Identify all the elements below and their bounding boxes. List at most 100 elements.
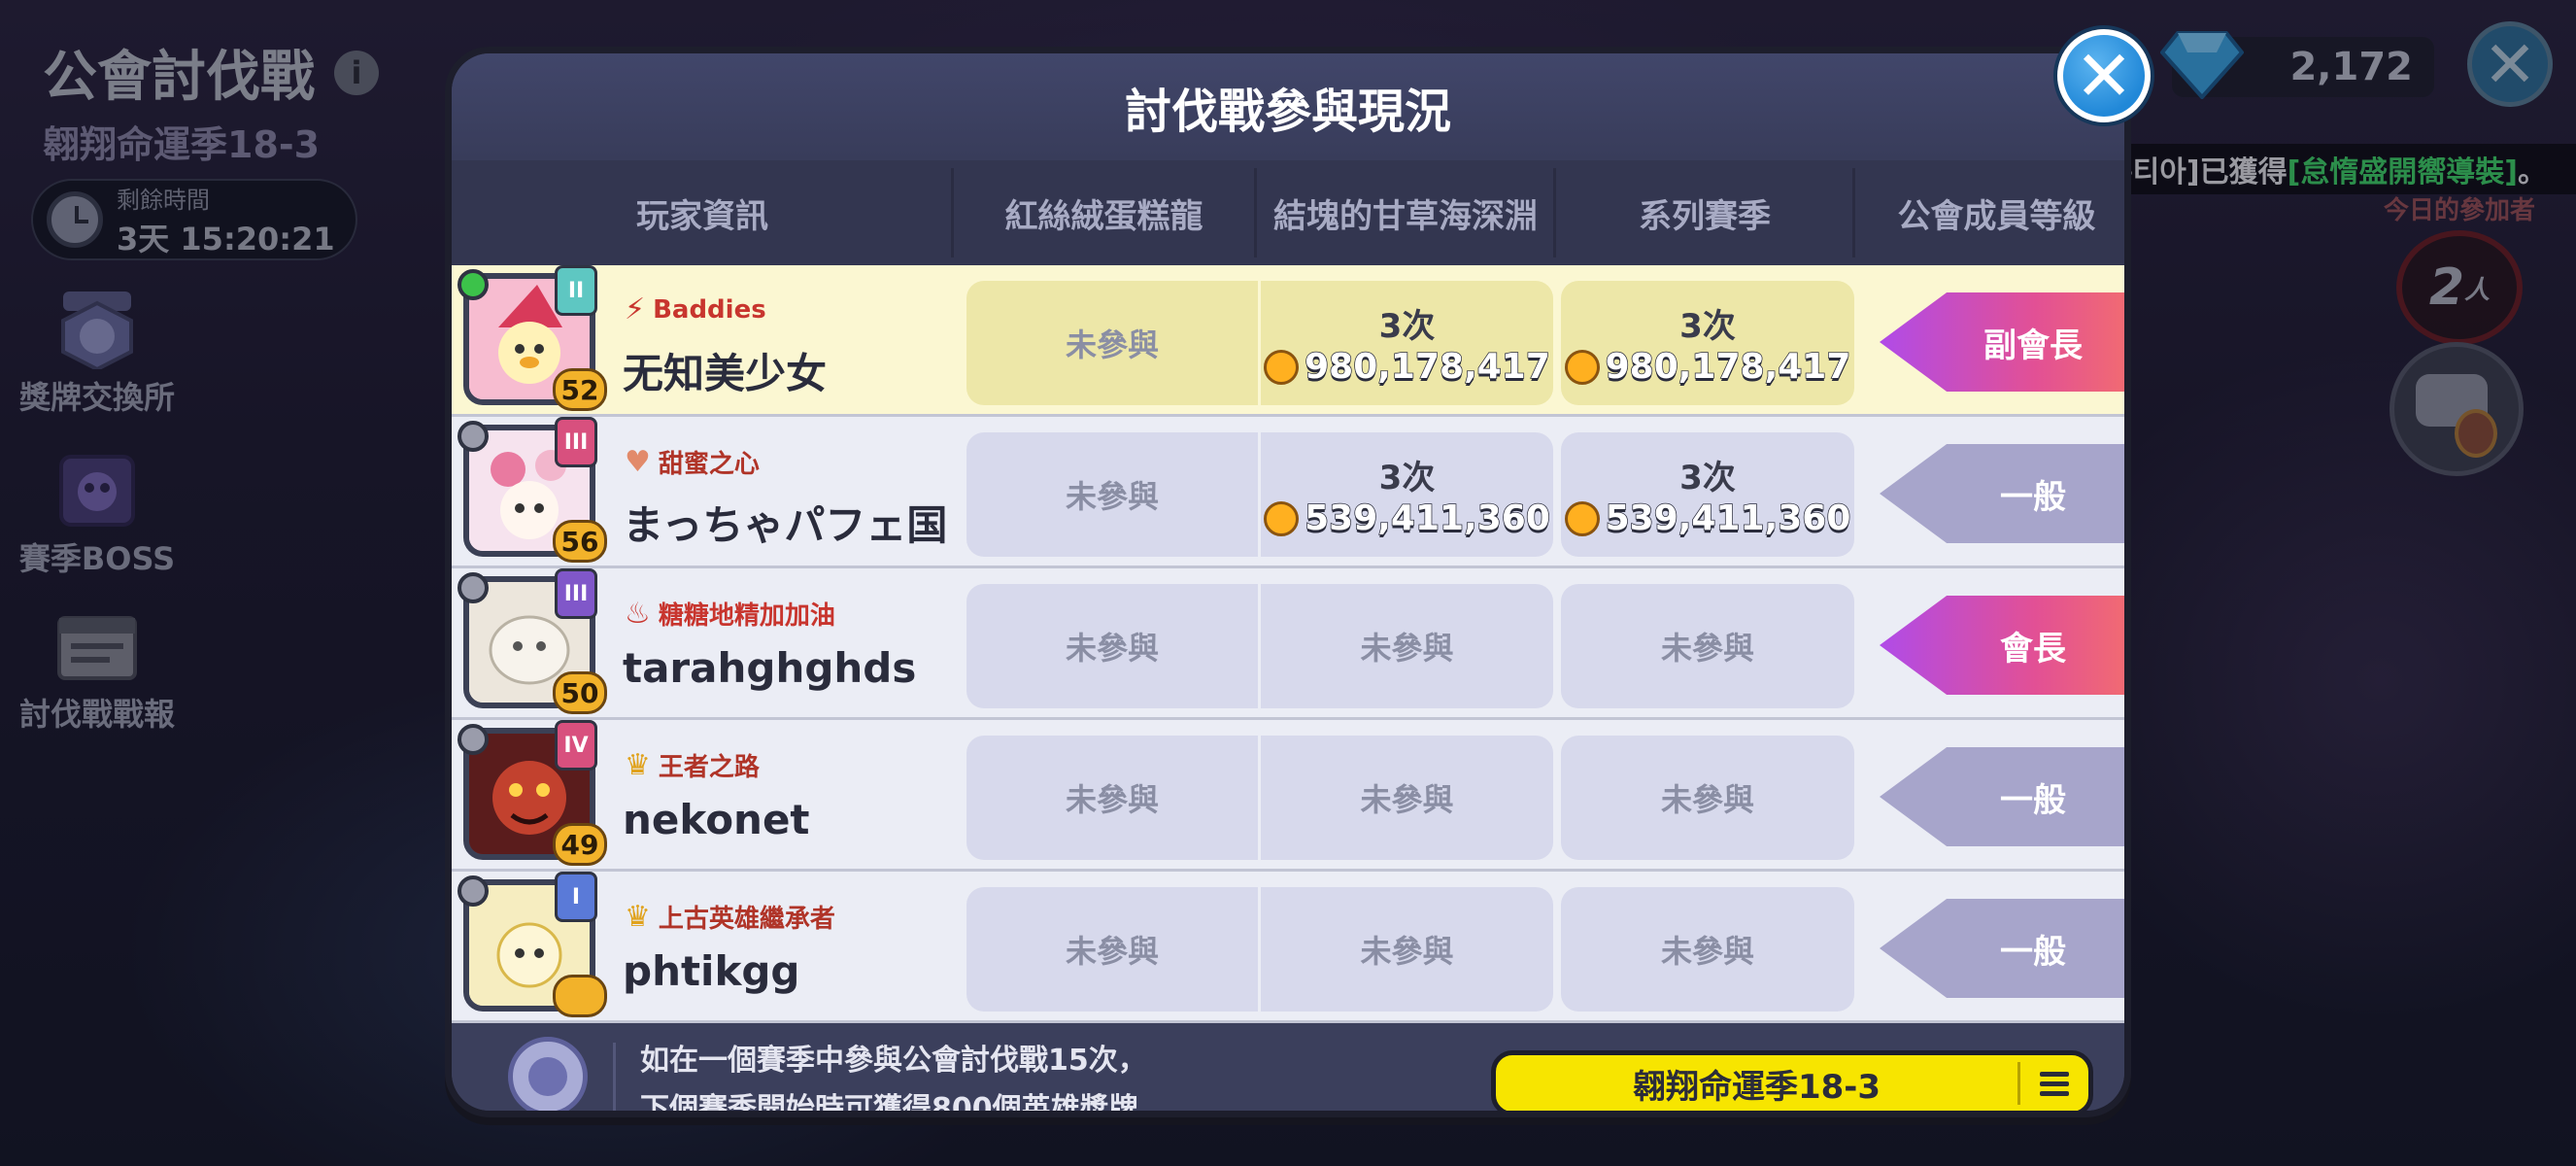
member-rank-tag: 副會長 xyxy=(1880,292,2124,392)
online-status-icon xyxy=(458,269,489,300)
guild-name: ⚡ Baddies xyxy=(625,292,766,326)
close-modal-button[interactable]: ✕ xyxy=(2057,29,2151,122)
menu-icon xyxy=(2020,1071,2088,1096)
season-cell: 未參與 xyxy=(1561,736,1854,860)
column-header-boss1: 紅絲絨蛋糕龍 xyxy=(1004,196,1203,236)
guild-name: ♥ 甜蜜之心 xyxy=(625,444,760,480)
modal-footer: 如在一個賽季中參與公會討伐戰15次， 下個賽季開始時可獲得800個英雄獎牌。 翱… xyxy=(452,1023,2124,1117)
crown-icon: ♛ xyxy=(625,748,651,782)
guild-name: ♨ 糖糖地精加加油 xyxy=(625,596,835,632)
level-badge: 56 xyxy=(553,520,607,563)
season-cell: 未參與 xyxy=(1561,584,1854,708)
modal-header: 討伐戰參與現況 xyxy=(452,53,2124,160)
offline-status-icon xyxy=(458,875,489,907)
damage-icon xyxy=(1564,349,1600,385)
attempt-count: 3次 xyxy=(1679,459,1736,497)
not-participated: 未參與 xyxy=(1065,326,1159,363)
not-participated: 未參與 xyxy=(1660,933,1754,970)
boss1-cell: 未參與 xyxy=(966,584,1258,708)
boss2-cell: 3次 539,411,360 xyxy=(1261,432,1553,557)
column-header-rank: 公會成員等級 xyxy=(1897,196,2096,236)
level-badge xyxy=(553,975,607,1017)
flame-icon: ♨ xyxy=(625,597,651,631)
close-icon: ✕ xyxy=(2074,35,2134,117)
player-name: まっちゃパフェ国 xyxy=(623,501,948,549)
rank-badge: I xyxy=(555,872,597,922)
player-name: 无知美少女 xyxy=(623,350,828,397)
season-cell: 3次 539,411,360 xyxy=(1561,432,1854,557)
guild-label: Baddies xyxy=(653,294,766,325)
not-participated: 未參與 xyxy=(1660,781,1754,818)
column-header-boss2: 結塊的甘草海深淵 xyxy=(1273,196,1538,236)
column-header-season: 系列賽季 xyxy=(1639,196,1771,236)
rank-badge: II xyxy=(555,265,597,316)
score-value: 539,411,360 xyxy=(1605,497,1851,539)
level-badge: 49 xyxy=(553,823,607,866)
season-select-label: 翱翔命運季18-3 xyxy=(1632,1067,1881,1107)
modal-title: 討伐戰參與現況 xyxy=(1124,85,1451,139)
offline-status-icon xyxy=(458,724,489,755)
offline-status-icon xyxy=(458,421,489,452)
boss2-cell: 未參與 xyxy=(1261,736,1553,860)
guild-label: 上古英雄繼承者 xyxy=(658,905,835,934)
not-participated: 未參與 xyxy=(1065,933,1159,970)
rank-badge: III xyxy=(555,568,597,619)
guild-label: 糖糖地精加加油 xyxy=(658,601,835,631)
table-row[interactable]: III 56 ♥ 甜蜜之心 まっちゃパフェ国 未參與 3次 539,411,36… xyxy=(452,417,2124,568)
not-participated: 未參與 xyxy=(1360,781,1454,818)
offline-status-icon xyxy=(458,572,489,603)
boss1-cell: 未參與 xyxy=(966,736,1258,860)
table-row[interactable]: II 52 ⚡ Baddies 无知美少女 未參與 3次 980,178,417… xyxy=(452,265,2124,417)
guild-label: 甜蜜之心 xyxy=(658,450,760,479)
level-badge: 52 xyxy=(553,368,607,411)
not-participated: 未參與 xyxy=(1065,781,1159,818)
not-participated: 未參與 xyxy=(1065,630,1159,667)
damage-score: 980,178,417 xyxy=(1564,346,1851,388)
player-name: tarahghghds xyxy=(623,644,917,692)
score-value: 539,411,360 xyxy=(1304,497,1550,539)
season-cell: 未參與 xyxy=(1561,887,1854,1012)
member-rank-tag: 會長 xyxy=(1880,596,2124,695)
damage-icon xyxy=(1264,500,1300,536)
not-participated: 未參與 xyxy=(1660,630,1754,667)
footer-divider xyxy=(613,1043,616,1111)
column-header-player: 玩家資訊 xyxy=(636,196,768,236)
damage-score: 539,411,360 xyxy=(1264,497,1551,539)
score-value: 980,178,417 xyxy=(1304,346,1550,388)
damage-score: 539,411,360 xyxy=(1564,497,1851,539)
not-participated: 未參與 xyxy=(1360,933,1454,970)
lightning-icon: ⚡ xyxy=(625,292,646,326)
not-participated: 未參與 xyxy=(1065,478,1159,515)
rank-badge: IV xyxy=(555,720,597,771)
season-select-button[interactable]: 翱翔命運季18-3 xyxy=(1491,1050,2093,1111)
boss2-cell: 3次 980,178,417 xyxy=(1261,281,1553,405)
hero-medal-icon xyxy=(508,1037,588,1111)
crown-icon: ♛ xyxy=(625,900,651,934)
level-badge: 50 xyxy=(553,671,607,714)
member-rank-tag: 一般 xyxy=(1880,444,2124,543)
boss2-cell: 未參與 xyxy=(1261,887,1553,1012)
player-name: phtikgg xyxy=(623,947,800,995)
table-row[interactable]: I ♛ 上古英雄繼承者 phtikgg 未參與 未參與 未參與 一般 xyxy=(452,872,2124,1023)
boss2-cell: 未參與 xyxy=(1261,584,1553,708)
rank-badge: III xyxy=(555,417,597,467)
member-table[interactable]: II 52 ⚡ Baddies 无知美少女 未參與 3次 980,178,417… xyxy=(452,265,2124,1023)
table-header: 玩家資訊 紅絲絨蛋糕龍 結塊的甘草海深淵 系列賽季 公會成員等級 xyxy=(452,160,2124,265)
boss1-cell: 未參與 xyxy=(966,887,1258,1012)
season-cell: 3次 980,178,417 xyxy=(1561,281,1854,405)
guild-label: 王者之路 xyxy=(658,753,760,782)
attempt-count: 3次 xyxy=(1378,459,1436,497)
guild-name: ♛ 上古英雄繼承者 xyxy=(625,899,835,935)
damage-score: 980,178,417 xyxy=(1264,346,1551,388)
attempt-count: 3次 xyxy=(1679,307,1736,346)
member-rank-tag: 一般 xyxy=(1880,899,2124,998)
damage-icon xyxy=(1264,349,1300,385)
attempt-count: 3次 xyxy=(1378,307,1436,346)
reward-info-line2: 下個賽季開始時可獲得800個英雄獎牌。 xyxy=(640,1092,1168,1117)
player-name: nekonet xyxy=(623,796,810,843)
guild-name: ♛ 王者之路 xyxy=(625,747,760,783)
table-row[interactable]: III 50 ♨ 糖糖地精加加油 tarahghghds 未參與 未參與 未參與… xyxy=(452,568,2124,720)
score-value: 980,178,417 xyxy=(1605,346,1851,388)
boss1-cell: 未參與 xyxy=(966,432,1258,557)
table-row[interactable]: IV 49 ♛ 王者之路 nekonet 未參與 未參與 未參與 一般 xyxy=(452,720,2124,872)
